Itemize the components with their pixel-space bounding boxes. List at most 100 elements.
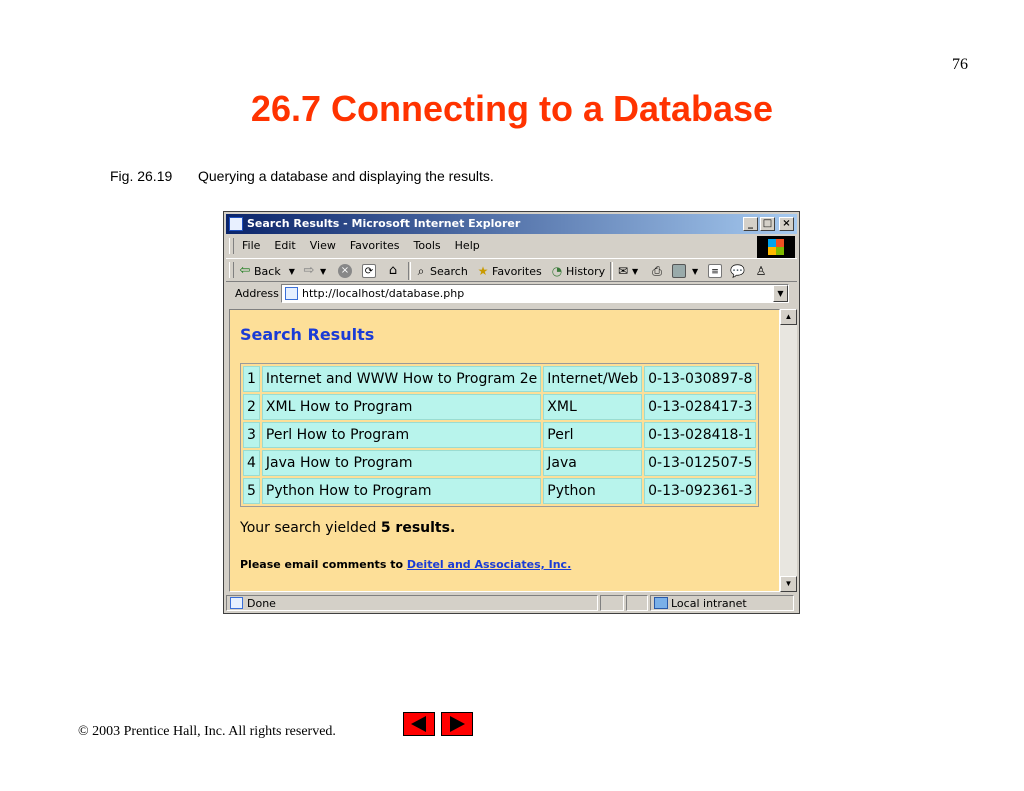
search-button[interactable]: ⌕ Search	[414, 262, 468, 280]
contact-link[interactable]: Deitel and Associates, Inc.	[407, 558, 571, 571]
menu-grip[interactable]	[229, 238, 234, 254]
left-arrow-icon	[411, 716, 426, 732]
edit-dropdown-icon[interactable]: ▼	[692, 267, 698, 276]
status-cell: Done	[226, 595, 598, 611]
menu-edit[interactable]: Edit	[274, 239, 295, 252]
favorites-button[interactable]: ★ Favorites	[476, 262, 542, 280]
status-text: Done	[247, 597, 276, 610]
page-icon	[285, 287, 298, 300]
slide-title: 26.7 Connecting to a Database	[250, 88, 774, 129]
edit-icon	[672, 264, 686, 278]
forward-dropdown-icon[interactable]: ▼	[320, 267, 326, 276]
maximize-button[interactable]: □	[760, 217, 775, 231]
minimize-button[interactable]: _	[743, 217, 758, 231]
row-title: Perl How to Program	[261, 422, 542, 448]
search-icon: ⌕	[417, 264, 425, 278]
windows-logo	[757, 236, 795, 258]
refresh-icon: ⟳	[362, 264, 376, 278]
status-bar: Done Local intranet	[226, 594, 797, 612]
title-bar[interactable]: Search Results - Microsoft Internet Expl…	[226, 214, 797, 234]
copyright-notice: © 2003 Prentice Hall, Inc. All rights re…	[78, 724, 336, 739]
row-isbn: 0-13-030897-8	[644, 366, 757, 392]
row-category: XML	[543, 394, 643, 420]
row-category: Internet/Web	[543, 366, 643, 392]
row-id: 4	[243, 450, 260, 476]
menu-bar: File Edit View Favorites Tools Help	[226, 236, 797, 258]
row-title: Java How to Program	[261, 450, 542, 476]
summary-count: 5 results.	[380, 520, 456, 536]
history-icon: ◔	[551, 264, 563, 278]
results-table: 1 Internet and WWW How to Program 2e Int…	[240, 363, 760, 507]
menu-favorites[interactable]: Favorites	[350, 239, 400, 252]
window-title: Search Results - Microsoft Internet Expl…	[247, 217, 521, 230]
next-slide-button[interactable]	[441, 712, 473, 736]
address-input[interactable]: http://localhost/database.php ▼	[281, 284, 789, 303]
page-button[interactable]: ≡	[708, 262, 722, 280]
mail-dropdown-icon[interactable]: ▼	[632, 267, 638, 276]
menu-help[interactable]: Help	[455, 239, 480, 252]
address-label: Address	[235, 287, 279, 300]
history-button[interactable]: ◔ History	[550, 262, 605, 280]
mail-button[interactable]: ✉ ▼	[616, 262, 638, 280]
scroll-up-icon[interactable]: ▲	[780, 309, 797, 325]
home-icon: ⌂	[388, 263, 398, 278]
results-summary: Your search yielded 5 results.	[240, 520, 455, 536]
document-icon: ≡	[708, 264, 722, 278]
menu-file[interactable]: File	[242, 239, 260, 252]
discuss-icon: 💬	[730, 264, 745, 278]
zone-text: Local intranet	[671, 597, 747, 610]
back-dropdown-icon[interactable]: ▼	[289, 267, 295, 276]
table-row: 5 Python How to Program Python 0-13-0923…	[243, 478, 757, 504]
table-row: 2 XML How to Program XML 0-13-028417-3	[243, 394, 757, 420]
table-row: 3 Perl How to Program Perl 0-13-028418-1	[243, 422, 757, 448]
intranet-icon	[654, 597, 668, 609]
page-done-icon	[230, 597, 243, 609]
row-title: Internet and WWW How to Program 2e	[261, 366, 542, 392]
summary-prefix: Your search yielded	[240, 520, 381, 536]
favorites-icon: ★	[477, 264, 489, 278]
zone-cell: Local intranet	[650, 595, 794, 611]
edit-button[interactable]: ▼	[672, 262, 698, 280]
vertical-scrollbar[interactable]: ▲ ▼	[780, 309, 797, 592]
address-dropdown-icon[interactable]: ▼	[773, 285, 788, 302]
print-button[interactable]: ⎙	[650, 262, 664, 280]
row-id: 1	[243, 366, 260, 392]
forward-button[interactable]: ⇨ ▼	[302, 262, 327, 280]
favorites-label: Favorites	[492, 264, 542, 278]
page-content: Search Results 1 Internet and WWW How to…	[229, 309, 780, 592]
address-url: http://localhost/database.php	[302, 287, 465, 300]
discuss-button[interactable]: 💬	[730, 262, 745, 280]
page-heading: Search Results	[240, 325, 375, 344]
menu-view[interactable]: View	[310, 239, 336, 252]
row-isbn: 0-13-012507-5	[644, 450, 757, 476]
messenger-button[interactable]: ♙	[754, 262, 768, 280]
row-id: 2	[243, 394, 260, 420]
messenger-icon: ♙	[755, 264, 767, 278]
row-category: Perl	[543, 422, 643, 448]
row-title: XML How to Program	[261, 394, 542, 420]
menu-tools[interactable]: Tools	[414, 239, 441, 252]
row-category: Java	[543, 450, 643, 476]
stop-button[interactable]: ×	[338, 262, 352, 280]
print-icon: ⎙	[652, 264, 662, 278]
table-row: 4 Java How to Program Java 0-13-012507-5	[243, 450, 757, 476]
close-button[interactable]: ×	[779, 217, 794, 231]
mail-icon: ✉	[617, 264, 629, 278]
standard-toolbar: ⇦ Back ▼ ⇨ ▼ × ⟳ ⌂ ⌕ Search ★ Favorites …	[226, 258, 797, 282]
toolbar-grip[interactable]	[229, 262, 234, 278]
figure-caption: Fig. 26.19 Querying a database and displa…	[110, 168, 494, 184]
back-button[interactable]: ⇦ Back ▼	[238, 262, 295, 280]
scroll-down-icon[interactable]: ▼	[780, 576, 797, 592]
back-label: Back	[254, 264, 281, 278]
previous-slide-button[interactable]	[403, 712, 435, 736]
refresh-button[interactable]: ⟳	[362, 262, 376, 280]
contact-line: Please email comments to Deitel and Asso…	[240, 558, 571, 571]
address-bar: Address http://localhost/database.php ▼	[226, 283, 797, 305]
search-label: Search	[430, 264, 468, 278]
home-button[interactable]: ⌂	[386, 262, 400, 280]
table-row: 1 Internet and WWW How to Program 2e Int…	[243, 366, 757, 392]
slide-number: 76	[952, 56, 968, 73]
figure-number: Fig. 26.19	[110, 168, 173, 184]
row-title: Python How to Program	[261, 478, 542, 504]
back-arrow-icon: ⇦	[239, 263, 251, 278]
